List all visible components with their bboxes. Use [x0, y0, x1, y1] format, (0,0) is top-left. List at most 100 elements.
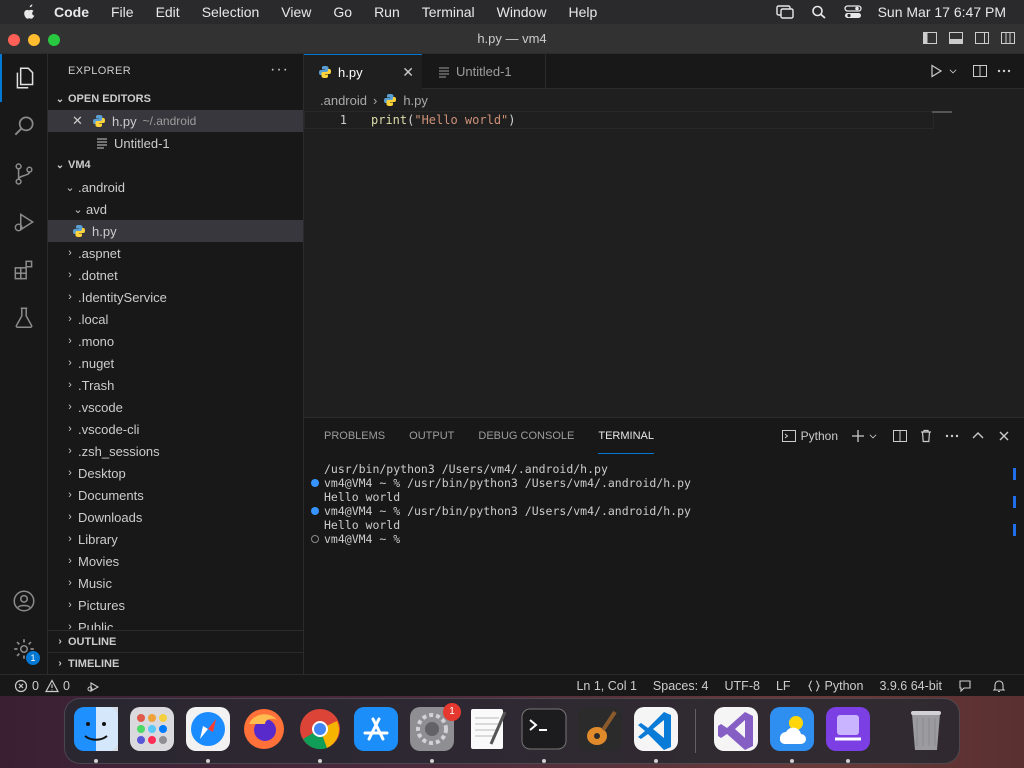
- screen-mirroring-icon[interactable]: [775, 5, 794, 19]
- tree-folder[interactable]: › .aspnet: [48, 242, 303, 264]
- tree-folder[interactable]: › .dotnet: [48, 264, 303, 286]
- tab-output[interactable]: OUTPUT: [409, 418, 454, 454]
- encoding[interactable]: UTF-8: [725, 679, 760, 693]
- trash-icon[interactable]: [918, 428, 934, 444]
- toggle-secondary-sidebar-icon[interactable]: [974, 30, 990, 46]
- menu-selection[interactable]: Selection: [202, 4, 260, 20]
- garageband-icon[interactable]: [577, 706, 623, 752]
- terminal-name[interactable]: Python: [801, 429, 838, 443]
- menu-run[interactable]: Run: [374, 4, 400, 20]
- customize-layout-icon[interactable]: [1000, 30, 1016, 46]
- open-editor-item-hpy[interactable]: ✕ h.py ~/.android: [48, 110, 303, 132]
- manage-activity[interactable]: [0, 625, 48, 673]
- explorer-more-actions-button[interactable]: ···: [270, 61, 289, 79]
- launchpad-icon[interactable]: [129, 706, 175, 752]
- feedback-status[interactable]: [958, 679, 976, 693]
- open-editors-section-header[interactable]: ⌄ OPEN EDITORS: [48, 88, 303, 110]
- workspace-section-header[interactable]: ⌄ VM4: [48, 154, 303, 176]
- tree-folder[interactable]: › .IdentityService: [48, 286, 303, 308]
- tree-folder[interactable]: › .vscode-cli: [48, 418, 303, 440]
- tree-folder[interactable]: › Library: [48, 528, 303, 550]
- menu-terminal[interactable]: Terminal: [422, 4, 475, 20]
- tab-debug-console[interactable]: DEBUG CONSOLE: [478, 418, 574, 454]
- terminal-app-icon[interactable]: [521, 706, 567, 752]
- more-actions-icon[interactable]: [944, 428, 960, 444]
- menu-window[interactable]: Window: [497, 4, 547, 20]
- weather-icon[interactable]: [769, 706, 815, 752]
- new-terminal-icon[interactable]: [850, 428, 866, 444]
- accounts-activity[interactable]: [0, 577, 48, 625]
- close-icon[interactable]: ✕: [72, 113, 92, 129]
- command-decoration-icon[interactable]: [311, 535, 319, 543]
- command-decoration-icon[interactable]: [311, 479, 319, 487]
- tree-folder[interactable]: › Documents: [48, 484, 303, 506]
- minimap[interactable]: [932, 111, 952, 113]
- maximize-panel-icon[interactable]: [970, 428, 986, 444]
- extensions-activity[interactable]: [0, 246, 48, 294]
- code-text[interactable]: print("Hello world"): [371, 113, 516, 127]
- toggle-panel-icon[interactable]: [948, 30, 964, 46]
- testing-activity[interactable]: [0, 294, 48, 342]
- apple-menu-icon[interactable]: [18, 4, 40, 20]
- vscode-icon[interactable]: [633, 706, 679, 752]
- menu-view[interactable]: View: [281, 4, 311, 20]
- tree-folder[interactable]: › Downloads: [48, 506, 303, 528]
- tab-untitled[interactable]: Untitled-1: [424, 54, 546, 89]
- indentation[interactable]: Spaces: 4: [653, 679, 709, 693]
- language-mode[interactable]: Python: [807, 679, 863, 693]
- search-activity[interactable]: [0, 102, 48, 150]
- explorer-activity[interactable]: [0, 54, 48, 102]
- tree-folder[interactable]: › Movies: [48, 550, 303, 572]
- command-decoration-icon[interactable]: [311, 507, 319, 515]
- menu-edit[interactable]: Edit: [156, 4, 180, 20]
- tab-problems[interactable]: PROBLEMS: [324, 418, 385, 454]
- close-icon[interactable]: ✕: [402, 64, 414, 81]
- tree-folder[interactable]: › .vscode: [48, 396, 303, 418]
- menu-app-name[interactable]: Code: [54, 4, 89, 20]
- notifications-status[interactable]: [992, 679, 1010, 693]
- safari-icon[interactable]: [185, 706, 231, 752]
- run-debug-activity[interactable]: [0, 198, 48, 246]
- end-of-line[interactable]: LF: [776, 679, 791, 693]
- menu-file[interactable]: File: [111, 4, 134, 20]
- tab-terminal[interactable]: TERMINAL: [598, 418, 654, 454]
- finder-icon[interactable]: [73, 706, 119, 752]
- more-actions-icon[interactable]: [996, 63, 1012, 79]
- toggle-primary-sidebar-icon[interactable]: [922, 30, 938, 46]
- tab-hpy[interactable]: h.py ✕: [304, 54, 422, 89]
- menu-help[interactable]: Help: [568, 4, 597, 20]
- simulator-icon[interactable]: [825, 706, 871, 752]
- tree-folder[interactable]: › .Trash: [48, 374, 303, 396]
- tree-folder[interactable]: ⌄ avd: [48, 198, 303, 220]
- chevron-down-icon[interactable]: [948, 63, 958, 79]
- split-terminal-icon[interactable]: [892, 428, 908, 444]
- menu-go[interactable]: Go: [333, 4, 352, 20]
- visual-studio-icon[interactable]: [713, 706, 759, 752]
- tree-file-hpy[interactable]: h.py: [48, 220, 303, 242]
- tree-folder[interactable]: › .mono: [48, 330, 303, 352]
- tree-folder[interactable]: ⌄ .android: [48, 176, 303, 198]
- chevron-down-icon[interactable]: [868, 428, 878, 444]
- problems-status[interactable]: 0 0: [14, 679, 70, 693]
- app-store-icon[interactable]: [353, 706, 399, 752]
- terminal-scrollbar[interactable]: [1013, 468, 1016, 552]
- spotlight-search-icon[interactable]: [810, 5, 828, 19]
- terminal-prompt[interactable]: vm4@VM4 ~ %: [311, 532, 1024, 546]
- breadcrumb-folder[interactable]: .android: [320, 93, 367, 108]
- cursor-position[interactable]: Ln 1, Col 1: [576, 679, 636, 693]
- open-editor-item-untitled[interactable]: Untitled-1: [48, 132, 303, 154]
- menubar-clock[interactable]: Sun Mar 17 6:47 PM: [878, 4, 1006, 20]
- code-editor[interactable]: 1 print("Hello world"): [304, 111, 1024, 417]
- tree-folder[interactable]: › Pictures: [48, 594, 303, 616]
- control-center-icon[interactable]: [843, 5, 862, 19]
- textedit-icon[interactable]: [465, 706, 511, 752]
- run-python-file-icon[interactable]: [928, 63, 944, 79]
- tree-folder[interactable]: › .zsh_sessions: [48, 440, 303, 462]
- source-control-activity[interactable]: [0, 150, 48, 198]
- tree-folder[interactable]: › Music: [48, 572, 303, 594]
- tree-folder[interactable]: › .local: [48, 308, 303, 330]
- firefox-icon[interactable]: [241, 706, 287, 752]
- close-panel-icon[interactable]: [996, 428, 1012, 444]
- terminal-output[interactable]: /usr/bin/python3 /Users/vm4/.android/h.p…: [304, 462, 1024, 546]
- tree-folder[interactable]: › .nuget: [48, 352, 303, 374]
